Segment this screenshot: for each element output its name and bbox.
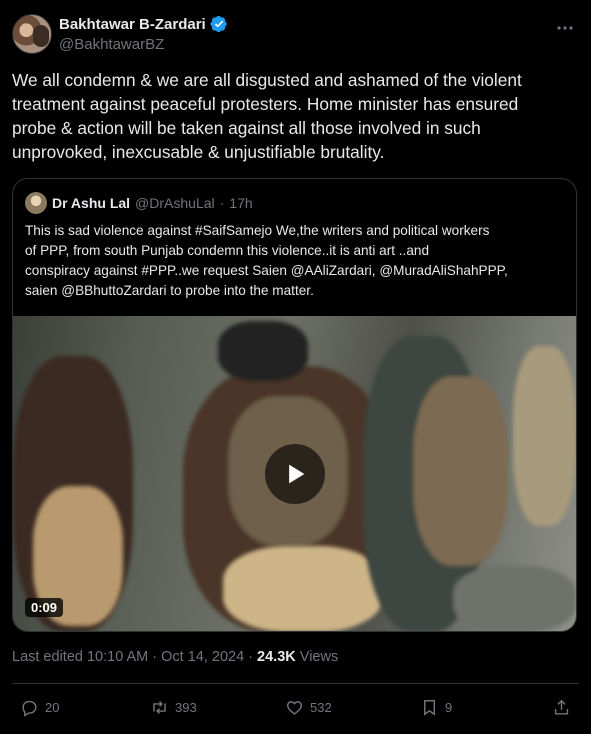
author-name-row: Bakhtawar B-Zardari: [59, 15, 228, 33]
quoted-tweet-header: Dr Ashu Lal @DrAshuLal · 17h: [25, 191, 253, 215]
quoted-tweet-time: 17h: [229, 195, 253, 211]
quoted-tweet-text: This is sad violence against #SaifSamejo…: [25, 223, 508, 298]
separator-dot: ·: [219, 195, 225, 211]
tweet-meta: Last edited 10:10 AM · Oct 14, 2024 · 24…: [12, 649, 338, 665]
author-avatar[interactable]: [12, 14, 52, 54]
quoted-author-handle: @DrAshuLal: [135, 195, 215, 211]
retweet-icon: [153, 701, 166, 714]
verified-badge-icon: [210, 15, 228, 33]
video-frame-figure: [453, 566, 576, 631]
like-icon: [286, 701, 303, 715]
bookmark-count: 9: [445, 700, 453, 715]
video-player[interactable]: 0:09: [13, 316, 576, 631]
video-frame-figure: [218, 321, 308, 381]
play-icon: [289, 464, 305, 484]
author-name[interactable]: Bakhtawar B-Zardari: [59, 16, 206, 33]
video-frame-figure: [223, 546, 383, 631]
retweet-count: 393: [175, 700, 197, 715]
reply-count: 20: [45, 700, 60, 715]
edited-timestamp[interactable]: Last edited 10:10 AM · Oct 14, 2024 ·: [12, 649, 257, 665]
tweet-text: We all condemn & we are all disgusted an…: [12, 70, 522, 162]
author-handle[interactable]: @BakhtawarBZ: [59, 36, 164, 53]
views-label: Views: [295, 649, 339, 665]
retweet-button[interactable]: 393: [150, 698, 197, 717]
tweet-header: Bakhtawar B-Zardari @BakhtawarBZ: [12, 12, 579, 56]
divider: [12, 683, 579, 684]
like-count: 532: [310, 700, 332, 715]
video-duration: 0:09: [25, 598, 64, 617]
play-button[interactable]: [265, 444, 325, 504]
like-button[interactable]: 532: [285, 698, 332, 717]
quoted-author-avatar: [25, 192, 47, 214]
more-icon[interactable]: [555, 18, 575, 38]
video-frame-figure: [513, 346, 576, 526]
share-icon: [554, 699, 569, 715]
quoted-author-name: Dr Ashu Lal: [52, 195, 131, 211]
action-bar: 20 393 532 9: [0, 692, 591, 728]
quoted-tweet[interactable]: Dr Ashu Lal @DrAshuLal · 17h This is sad…: [12, 178, 577, 632]
views-count: 24.3K: [257, 649, 296, 665]
bookmark-icon: [424, 700, 435, 716]
video-frame-figure: [413, 376, 508, 566]
bookmark-button[interactable]: 9: [420, 698, 452, 717]
reply-icon: [22, 700, 37, 717]
share-button[interactable]: [552, 698, 571, 717]
reply-button[interactable]: 20: [20, 698, 59, 717]
